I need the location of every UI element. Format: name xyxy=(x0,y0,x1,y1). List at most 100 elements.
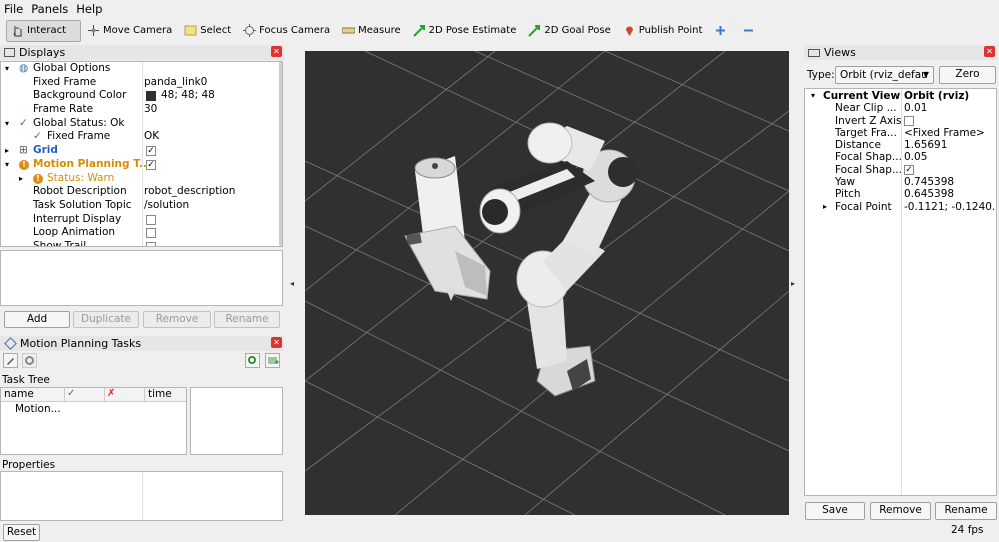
checkbox[interactable]: ✓ xyxy=(146,146,156,157)
view-row[interactable]: Target Fra... <Fixed Frame> xyxy=(805,127,996,139)
display-row-value[interactable]: panda_link0 xyxy=(144,76,207,90)
displays-tree[interactable]: ▾ ◍ Global Options Fixed Frame panda_link0 Ba… xyxy=(0,61,283,247)
scrollbar[interactable] xyxy=(279,62,282,246)
display-row-value[interactable]: OK xyxy=(144,130,159,144)
checkbox[interactable] xyxy=(146,241,156,246)
view-row[interactable]: Focal Shap... ✓ xyxy=(805,164,996,176)
menu-panels[interactable]: Panels xyxy=(31,2,68,16)
expand-arrow-icon[interactable]: ▸ xyxy=(823,201,827,213)
display-row[interactable]: Fixed Frame panda_link0 xyxy=(1,76,282,90)
move-camera-tool-button[interactable]: Move Camera xyxy=(81,20,178,42)
view-row[interactable]: Invert Z Axis xyxy=(805,115,996,127)
checkbox[interactable]: ✓ xyxy=(146,159,156,170)
display-row-value[interactable]: 48; 48; 48 xyxy=(161,89,215,103)
add-task-icon[interactable] xyxy=(265,353,280,368)
menu-help[interactable]: Help xyxy=(76,2,102,16)
checkbox[interactable] xyxy=(146,228,156,239)
display-row[interactable]: ▸ ⊞ Grid ✓ xyxy=(1,144,282,158)
column-success[interactable]: ✓ xyxy=(67,388,75,399)
column-name[interactable]: name xyxy=(4,388,34,400)
edit-icon[interactable] xyxy=(3,353,18,368)
3d-viewport[interactable] xyxy=(305,51,789,515)
checkbox[interactable] xyxy=(904,115,914,126)
pose-estimate-tool-button[interactable]: 2D Pose Estimate xyxy=(407,20,523,42)
view-row-value[interactable]: <Fixed Frame> xyxy=(904,127,985,139)
expand-arrow-icon[interactable]: ▾ xyxy=(5,158,9,172)
view-row[interactable]: Pitch 0.645398 xyxy=(805,188,996,200)
check-icon: ✓ xyxy=(33,130,42,143)
view-row[interactable]: Yaw 0.745398 xyxy=(805,176,996,188)
display-row[interactable]: ▾! Motion Planning T... ✓ xyxy=(1,158,282,172)
view-row-value[interactable]: 0.01 xyxy=(904,102,927,114)
rename-display-button[interactable]: Rename xyxy=(214,311,280,328)
display-row[interactable]: ▾ ✓ Global Status: Ok xyxy=(1,117,282,131)
display-row[interactable]: Robot Description robot_description xyxy=(1,185,282,199)
display-row[interactable]: Background Color 48; 48; 48 xyxy=(1,89,282,103)
checkbox[interactable] xyxy=(146,214,156,225)
display-row-value[interactable]: /solution xyxy=(144,199,189,213)
remove-display-button[interactable]: Remove xyxy=(143,311,211,328)
publish-point-tool-button[interactable]: Publish Point xyxy=(617,20,709,42)
add-tool-button[interactable] xyxy=(708,20,736,42)
view-row-value[interactable]: 0.05 xyxy=(904,151,927,163)
view-row-label: Focal Point xyxy=(835,200,892,213)
menu-file[interactable]: File xyxy=(4,2,23,16)
column-time[interactable]: time xyxy=(148,388,172,400)
expand-arrow-icon[interactable]: ▾ xyxy=(5,117,9,131)
expand-arrow-icon[interactable]: ▸ xyxy=(5,144,9,158)
view-row-value[interactable]: 0.645398 xyxy=(904,188,954,200)
interact-tool-button[interactable]: Interact xyxy=(6,19,82,42)
duplicate-display-button[interactable]: Duplicate xyxy=(73,311,139,328)
display-row-value[interactable]: 30 xyxy=(144,103,157,117)
close-icon[interactable]: ✕ xyxy=(271,46,282,57)
expand-arrow-icon[interactable]: ▾ xyxy=(5,62,9,76)
display-row[interactable]: Interrupt Display xyxy=(1,213,282,227)
settings-icon[interactable] xyxy=(22,353,37,368)
zero-button[interactable]: Zero xyxy=(939,66,996,84)
view-row[interactable]: Near Clip ... 0.01 xyxy=(805,102,996,114)
view-row-value[interactable]: -0.1121; -0.1240... xyxy=(904,201,996,213)
view-row-value[interactable]: 0.745398 xyxy=(904,176,954,188)
save-view-button[interactable]: Save xyxy=(805,502,865,520)
remove-tool-button[interactable] xyxy=(736,20,764,42)
focus-camera-tool-button[interactable]: Focus Camera xyxy=(237,20,336,42)
goal-pose-tool-button[interactable]: 2D Goal Pose xyxy=(522,20,616,42)
remove-view-button[interactable]: Remove xyxy=(870,502,931,520)
views-tree[interactable]: ▾ Current View Orbit (rviz) Near Clip ... 0.… xyxy=(804,88,997,496)
view-row[interactable]: ▾ Current View Orbit (rviz) xyxy=(805,90,996,102)
display-row[interactable]: ▸! Status: Warn xyxy=(1,172,282,186)
collapse-right-icon[interactable]: ▸ xyxy=(791,279,795,288)
display-row[interactable]: ✓ Fixed Frame OK xyxy=(1,130,282,144)
expand-arrow-icon[interactable]: ▸ xyxy=(19,172,23,186)
column-failure[interactable]: ✗ xyxy=(107,388,115,399)
reset-button[interactable]: Reset xyxy=(3,524,40,541)
view-type-select[interactable]: Orbit (rviz_defau ▼ xyxy=(835,66,934,84)
display-row[interactable]: Show Trail xyxy=(1,240,282,246)
view-row[interactable]: Distance 1.65691 xyxy=(805,139,996,151)
view-row-value[interactable]: Orbit (rviz) xyxy=(904,90,969,102)
collapse-left-icon[interactable]: ◂ xyxy=(290,279,294,288)
display-row[interactable]: Frame Rate 30 xyxy=(1,103,282,117)
expand-arrow-icon[interactable]: ▾ xyxy=(811,90,815,102)
checkbox[interactable]: ✓ xyxy=(904,164,914,175)
close-icon[interactable]: ✕ xyxy=(271,337,282,348)
task-tree[interactable]: name ✓ ✗ time Motion... xyxy=(0,387,187,455)
search-task-icon[interactable] xyxy=(245,353,260,368)
display-row[interactable]: Task Solution Topic/solution xyxy=(1,199,282,213)
select-tool-button[interactable]: Select xyxy=(178,20,237,42)
task-row[interactable]: Motion... xyxy=(15,403,61,415)
measure-tool-button[interactable]: Measure xyxy=(336,20,407,42)
display-row[interactable]: ▾ ◍ Global Options xyxy=(1,62,282,76)
properties-tree[interactable] xyxy=(0,471,283,521)
rename-view-button[interactable]: Rename xyxy=(935,502,997,520)
view-row[interactable]: Focal Shap... 0.05 xyxy=(805,151,996,163)
view-row[interactable]: ▸ Focal Point -0.1121; -0.1240... xyxy=(805,201,996,213)
display-row[interactable]: Loop Animation xyxy=(1,226,282,240)
display-row-value[interactable]: robot_description xyxy=(144,185,235,199)
close-icon[interactable]: ✕ xyxy=(984,46,995,57)
add-display-button[interactable]: Add xyxy=(4,311,70,328)
color-swatch[interactable] xyxy=(146,91,156,102)
mpt-panel-header: Motion Planning Tasks ✕ xyxy=(0,336,284,351)
globe-icon: ◍ xyxy=(19,62,29,74)
view-row-value[interactable]: 1.65691 xyxy=(904,139,947,151)
